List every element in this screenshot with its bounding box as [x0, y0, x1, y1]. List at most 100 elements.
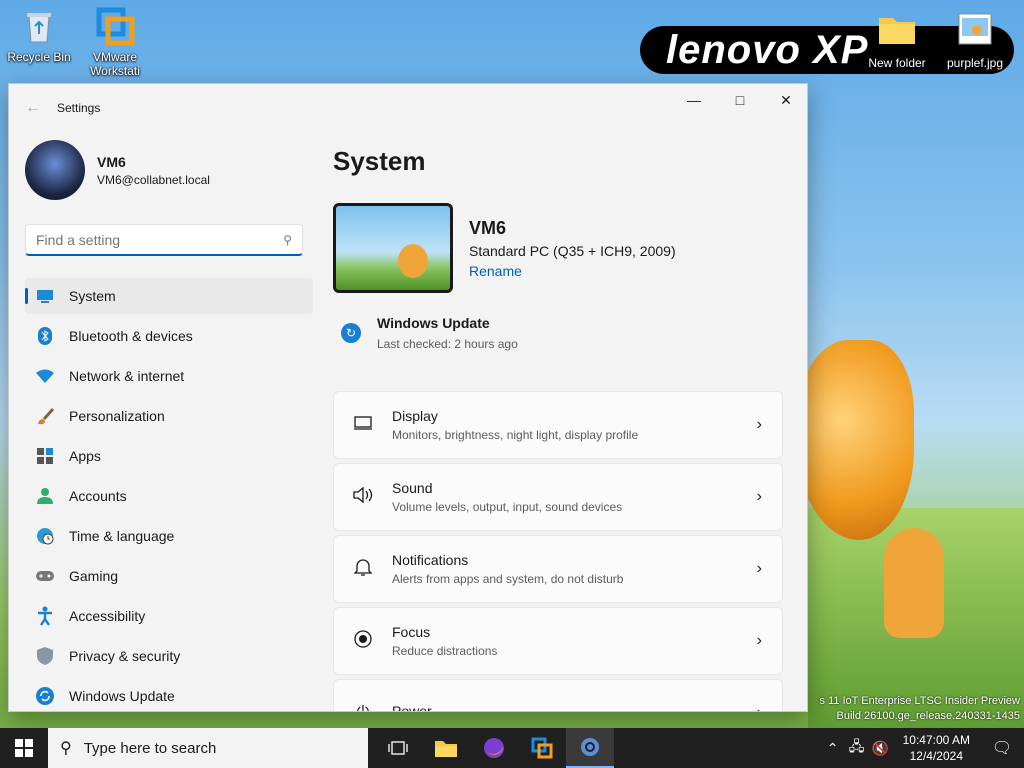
volume-muted-icon[interactable]: 🔇: [869, 740, 893, 757]
desktop-icon-label: purplef.jpg: [946, 56, 1004, 70]
update-icon: [35, 686, 55, 706]
maximize-button[interactable]: □: [717, 84, 763, 116]
firefox-icon: [484, 738, 504, 758]
user-email: VM6@collabnet.local: [97, 172, 210, 187]
sidebar-item-personalization[interactable]: Personalization: [25, 398, 313, 434]
desktop-icon-label: New folder: [868, 56, 926, 70]
desktop-icon-vmware[interactable]: VMware Workstati: [80, 6, 150, 78]
chevron-up-icon[interactable]: ⌃: [821, 740, 845, 757]
windows-update-status[interactable]: ↻ Windows Update Last checked: 2 hours a…: [333, 315, 783, 351]
minimize-button[interactable]: —: [671, 84, 717, 116]
settings-search-box[interactable]: ⚲: [25, 224, 303, 256]
clock-date: 12/4/2024: [909, 749, 963, 763]
shield-icon: [35, 646, 55, 666]
search-icon[interactable]: ⚲: [283, 233, 292, 247]
sidebar-item-apps[interactable]: Apps: [25, 438, 313, 474]
folder-icon: [877, 12, 917, 52]
page-title: System: [333, 146, 426, 176]
chevron-right-icon: ›: [756, 488, 762, 505]
clock[interactable]: 10:47:00 AM 12/4/2024: [893, 732, 980, 764]
update-icon: ↻: [341, 323, 361, 343]
apps-icon: [35, 446, 55, 466]
sidebar: VM6 VM6@collabnet.local ⚲ System Bluetoo…: [9, 132, 319, 711]
taskbar-vmware[interactable]: [518, 728, 566, 768]
taskbar-search-placeholder: Type here to search: [83, 739, 217, 757]
desktop-wallpaper-thumbnail: [333, 203, 453, 293]
sidebar-item-accessibility[interactable]: Accessibility: [25, 598, 313, 634]
sidebar-item-gaming[interactable]: Gaming: [25, 558, 313, 594]
wallpaper-character: [884, 528, 944, 638]
wifi-icon: [35, 366, 55, 386]
device-summary: VM6 Standard PC (Q35 + ICH9, 2009) Renam…: [333, 203, 783, 293]
brush-icon: [35, 406, 55, 426]
chevron-right-icon: ›: [757, 704, 762, 711]
gear-icon: [581, 738, 599, 756]
card-focus[interactable]: Focus Reduce distractions ›: [333, 607, 783, 675]
vmware-icon: [531, 737, 553, 759]
settings-cards: Display Monitors, brightness, night light…: [333, 391, 783, 711]
start-button[interactable]: [0, 728, 48, 768]
bell-icon: [352, 557, 374, 582]
card-power[interactable]: ⏻ Power ›: [333, 679, 783, 711]
folder-icon: [435, 741, 457, 757]
chevron-right-icon: ›: [756, 632, 762, 649]
taskbar-search-box[interactable]: ⚲ Type here to search: [48, 728, 368, 768]
card-sound[interactable]: Sound Volume levels, output, input, sound…: [333, 463, 783, 531]
user-profile[interactable]: VM6 VM6@collabnet.local: [9, 132, 319, 208]
device-name: VM6: [469, 217, 507, 238]
task-view-icon: [388, 741, 408, 755]
chevron-right-icon: ›: [756, 560, 762, 577]
network-icon[interactable]: 🖧: [845, 736, 869, 760]
monitor-icon: [35, 286, 55, 306]
sidebar-item-system[interactable]: System: [25, 278, 313, 314]
system-tray: ⌃ 🖧 🔇 10:47:00 AM 12/4/2024 🗨: [821, 732, 1024, 764]
chevron-right-icon: ›: [756, 416, 762, 433]
window-title: Settings: [57, 101, 101, 115]
desktop-icon-new-folder[interactable]: New folder: [862, 12, 932, 70]
rename-link[interactable]: Rename: [469, 263, 676, 279]
windows-logo-icon: [15, 739, 33, 757]
search-input[interactable]: [36, 231, 284, 248]
card-display[interactable]: Display Monitors, brightness, night light…: [333, 391, 783, 459]
back-arrow-icon[interactable]: ←: [9, 99, 57, 117]
avatar: [25, 140, 85, 200]
sidebar-item-privacy-security[interactable]: Privacy & security: [25, 638, 313, 674]
sidebar-item-windows-update[interactable]: Windows Update: [25, 678, 313, 711]
taskbar-firefox[interactable]: [470, 728, 518, 768]
sidebar-item-accounts[interactable]: Accounts: [25, 478, 313, 514]
search-icon: ⚲: [60, 740, 72, 757]
user-name: VM6: [97, 153, 126, 170]
desktop-icon-label: VMware Workstati: [90, 50, 140, 78]
speaker-icon: [352, 486, 374, 509]
taskbar-file-explorer[interactable]: [422, 728, 470, 768]
image-file-icon: [955, 12, 995, 52]
accessibility-icon: [35, 606, 55, 626]
focus-icon: [352, 629, 374, 654]
sidebar-item-network[interactable]: Network & internet: [25, 358, 313, 394]
desktop-icon-label: Recycle Bin: [7, 50, 71, 64]
desktop-icon-recycle-bin[interactable]: Recycle Bin: [4, 6, 74, 64]
vmware-icon: [95, 6, 135, 46]
taskbar-settings[interactable]: [566, 728, 614, 768]
main-content: System VM6 Standard PC (Q35 + ICH9, 2009…: [333, 132, 783, 711]
person-icon: [35, 486, 55, 506]
display-icon: [352, 415, 374, 436]
device-model: Standard PC (Q35 + ICH9, 2009): [469, 242, 676, 259]
recycle-bin-icon: [19, 6, 59, 46]
update-subtitle: Last checked: 2 hours ago: [377, 337, 518, 351]
close-button[interactable]: ✕: [763, 84, 807, 116]
desktop-icon-purplef[interactable]: purplef.jpg: [940, 12, 1010, 70]
bluetooth-icon: [35, 326, 55, 346]
os-build-watermark: s 11 IoT Enterprise LTSC Insider Preview…: [819, 695, 1020, 722]
notification-center-icon[interactable]: 🗨: [980, 738, 1024, 758]
globe-clock-icon: [35, 526, 55, 546]
settings-window: ← Settings — □ ✕ VM6 VM6@collabnet.local…: [8, 83, 808, 712]
sidebar-item-bluetooth[interactable]: Bluetooth & devices: [25, 318, 313, 354]
sidebar-item-time-language[interactable]: Time & language: [25, 518, 313, 554]
task-view-button[interactable]: [374, 728, 422, 768]
sidebar-nav: System Bluetooth & devices Network & int…: [9, 278, 319, 711]
taskbar: ⚲ Type here to search ⌃ 🖧 🔇 10:47:00 AM …: [0, 728, 1024, 768]
update-title: Windows Update: [377, 315, 490, 331]
card-notifications[interactable]: Notifications Alerts from apps and system…: [333, 535, 783, 603]
gamepad-icon: [35, 566, 55, 586]
